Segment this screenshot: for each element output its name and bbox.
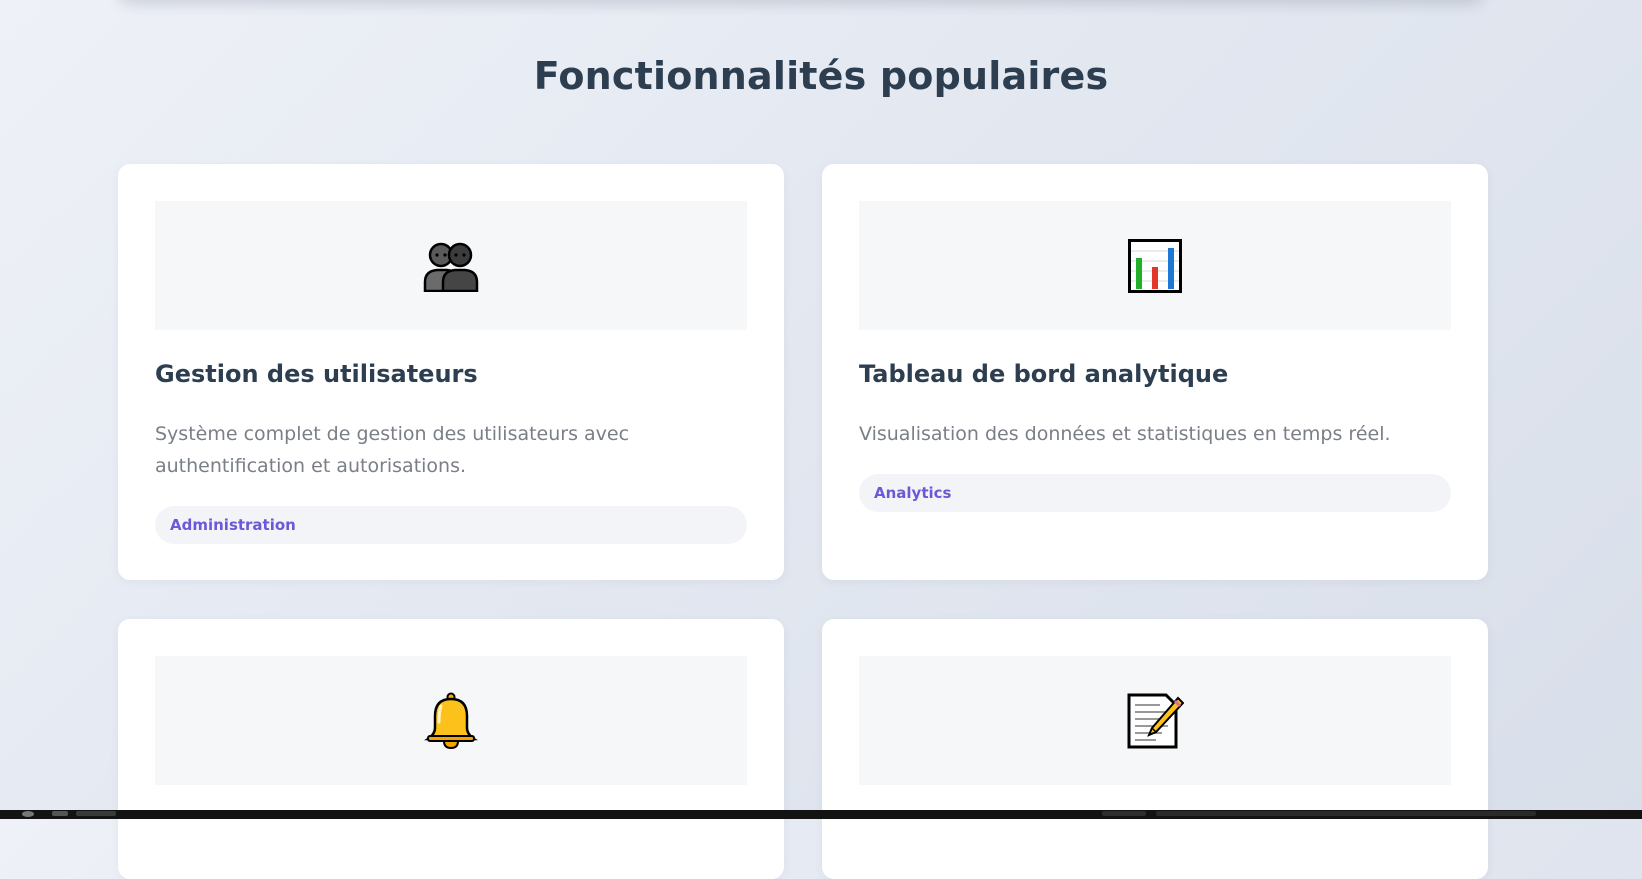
- section-title: Fonctionnalités populaires: [533, 54, 1109, 98]
- card-media: [155, 201, 747, 330]
- feature-card-user-management[interactable]: Gestion des utilisateurs Système complet…: [118, 164, 784, 580]
- users-icon: [422, 240, 480, 292]
- card-media: [859, 201, 1451, 330]
- taskbar-status: [1156, 811, 1536, 816]
- bell-icon: [424, 692, 478, 750]
- card-description: Visualisation des données et statistique…: [859, 423, 1391, 445]
- taskbar-app-icon[interactable]: [1102, 811, 1146, 816]
- feature-card-documents[interactable]: [822, 619, 1488, 879]
- card-media: [155, 656, 747, 785]
- card-media: [859, 656, 1451, 785]
- taskbar-app-icon[interactable]: [52, 811, 68, 816]
- category-tag[interactable]: Administration: [155, 506, 747, 544]
- taskbar: [0, 810, 1642, 819]
- memo-icon: [1126, 692, 1184, 750]
- card-title: Gestion des utilisateurs: [155, 360, 478, 388]
- card-title: Tableau de bord analytique: [859, 360, 1229, 388]
- start-icon[interactable]: [22, 811, 34, 817]
- taskbar-app-icon[interactable]: [76, 811, 116, 816]
- feature-card-analytics-dashboard[interactable]: Tableau de bord analytique Visualisation…: [822, 164, 1488, 580]
- feature-card-notifications[interactable]: [118, 619, 784, 879]
- card-description: Système complet de gestion des utilisate…: [155, 423, 630, 477]
- category-tag[interactable]: Analytics: [859, 474, 1451, 512]
- bar-chart-icon: [1128, 238, 1182, 293]
